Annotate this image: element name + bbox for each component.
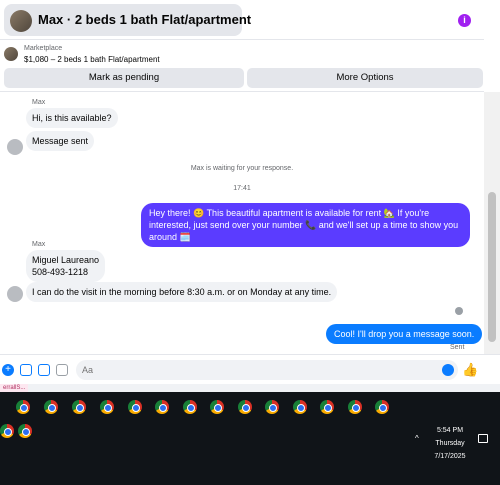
incoming-message[interactable]: I can do the visit in the morning before…: [26, 282, 338, 302]
browser-taskbar-icon[interactable]: [183, 400, 197, 414]
conversation-title: Max · 2 beds 1 bath Flat/apartment: [38, 12, 252, 27]
clock-time: 5:54 PM: [436, 427, 464, 434]
conversation-title-pill[interactable]: Max · 2 beds 1 bath Flat/apartment: [4, 4, 251, 36]
outgoing-message[interactable]: Cool! I'll drop you a message soon.: [326, 324, 483, 344]
marketplace-listing-bar: Marketplace $1,080 – 2 beds 1 bath Flat/…: [0, 40, 484, 92]
listing-thumbnail[interactable]: [4, 47, 18, 61]
browser-taskbar-icon[interactable]: [348, 400, 362, 414]
clock-day: Thursday: [435, 440, 465, 447]
more-options-button[interactable]: More Options: [247, 68, 483, 88]
avatar[interactable]: [7, 286, 23, 302]
taskbar-clock[interactable]: 5:54 PM Thursday 7/17/2025: [426, 424, 474, 463]
sent-status: Sent: [450, 344, 465, 351]
outgoing-message[interactable]: Hey there! 😊 This beautiful apartment is…: [141, 203, 470, 247]
avatar[interactable]: [7, 139, 23, 155]
message-thread: Max Hi, is this available? Message sent …: [0, 92, 484, 354]
message-composer: + 👍: [0, 354, 500, 384]
sticker-icon[interactable]: [38, 364, 50, 376]
browser-taskbar-icon[interactable]: [238, 400, 252, 414]
browser-taskbar-icon[interactable]: [44, 400, 58, 414]
browser-taskbar-icon[interactable]: [265, 400, 279, 414]
message-input[interactable]: [76, 360, 458, 380]
browser-tab[interactable]: errallS...: [0, 384, 29, 392]
chat-scrollbar[interactable]: [484, 92, 500, 354]
waiting-note: Max is waiting for your response.: [190, 165, 294, 172]
browser-tab-strip: errallS...: [0, 384, 500, 392]
browser-taskbar-icon[interactable]: [0, 424, 14, 438]
browser-taskbar-icon[interactable]: [155, 400, 169, 414]
browser-taskbar-icon[interactable]: [18, 424, 32, 438]
listing-price-title[interactable]: $1,080 – 2 beds 1 bath Flat/apartment: [24, 55, 160, 64]
gif-icon[interactable]: [56, 364, 68, 376]
incoming-message[interactable]: Hi, is this available?: [26, 108, 118, 128]
browser-taskbar-icon[interactable]: [210, 400, 224, 414]
mark-as-pending-button[interactable]: Mark as pending: [4, 68, 244, 88]
clock-date: 7/17/2025: [434, 453, 466, 460]
timestamp-divider: 17:41: [233, 185, 251, 192]
chevron-up-icon[interactable]: ^: [415, 434, 419, 443]
messenger-window: Max · 2 beds 1 bath Flat/apartment i Mar…: [0, 0, 500, 485]
plus-icon[interactable]: +: [2, 364, 14, 376]
thumbs-up-icon[interactable]: 👍: [462, 362, 478, 378]
notification-icon[interactable]: [478, 434, 488, 443]
incoming-message[interactable]: Miguel Laureano 508-493-1218: [26, 250, 106, 282]
browser-taskbar-icon[interactable]: [100, 400, 114, 414]
browser-taskbar-icon[interactable]: [128, 400, 142, 414]
info-icon[interactable]: i: [458, 14, 471, 27]
photo-icon[interactable]: [20, 364, 32, 376]
conversation-header: Max · 2 beds 1 bath Flat/apartment i: [0, 0, 484, 40]
browser-taskbar-icon[interactable]: [72, 400, 86, 414]
message-line: 508-493-1218: [32, 267, 89, 277]
sender-name: Max: [32, 99, 46, 106]
emoji-icon[interactable]: [442, 364, 454, 376]
scrollbar-thumb[interactable]: [488, 192, 496, 342]
listing-avatar: [10, 10, 32, 32]
browser-taskbar-icon[interactable]: [375, 400, 389, 414]
message-line: Miguel Laureano: [32, 255, 100, 265]
browser-taskbar-icon[interactable]: [293, 400, 307, 414]
incoming-message[interactable]: Message sent: [26, 131, 95, 151]
browser-taskbar-icon[interactable]: [320, 400, 334, 414]
marketplace-label: Marketplace: [24, 45, 63, 52]
seen-avatar-icon: [455, 307, 463, 315]
browser-taskbar-icon[interactable]: [16, 400, 30, 414]
sender-name: Max: [32, 241, 46, 248]
